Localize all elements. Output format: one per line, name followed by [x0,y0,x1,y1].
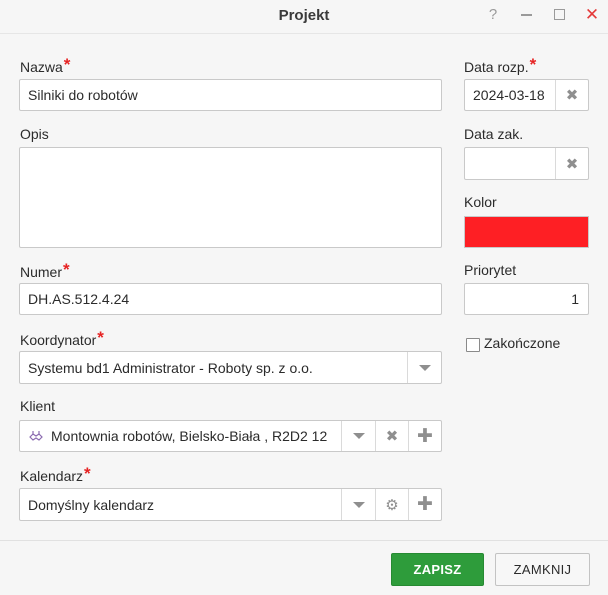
required-mark: * [63,55,71,74]
coordinator-label: Koordynator* [20,328,104,350]
name-label: Nazwa* [20,55,71,77]
client-select-value: Montownia robotów, Bielsko-Biała , R2D2 … [51,428,328,444]
number-label: Numer* [20,260,70,282]
start-date-input[interactable]: 2024-03-18 ✖ [464,79,589,111]
chevron-down-icon [418,364,431,371]
client-add-button[interactable]: ✚ [408,421,441,451]
end-date-label: Data zak. [464,126,524,142]
calendar-add-button[interactable]: ✚ [408,489,441,520]
calendar-label-text: Kalendarz [20,468,84,484]
client-handshake-icon [29,431,43,441]
description-label: Opis [20,126,49,142]
name-input[interactable]: Silniki do robotów [19,79,442,111]
clear-icon: ✖ [565,155,579,173]
calendar-dropdown-button[interactable] [341,489,375,520]
plus-icon: ✚ [417,494,433,515]
priority-value: 1 [571,291,579,307]
gear-icon: ⚙ [385,496,399,514]
close-icon[interactable]: ✕ [582,5,602,25]
chevron-down-icon [352,501,365,508]
save-button[interactable]: ZAPISZ [391,553,484,586]
start-date-clear-button[interactable]: ✖ [555,80,588,110]
minimize-icon[interactable] [516,5,536,25]
start-date-label-text: Data rozp. [464,59,529,75]
end-date-clear-button[interactable]: ✖ [555,148,588,179]
color-label: Kolor [464,194,497,210]
chevron-down-icon [352,433,365,439]
title-divider [0,33,608,34]
name-label-text: Nazwa [20,59,63,75]
required-mark: * [63,260,70,279]
plus-icon: ✚ [417,425,433,447]
calendar-settings-button[interactable]: ⚙ [375,489,408,520]
required-mark: * [97,328,104,347]
coordinator-label-text: Koordynator [20,332,97,348]
number-input-value: DH.AS.512.4.24 [28,291,130,307]
title-bar[interactable]: Projekt ? ✕ [0,0,608,32]
color-picker[interactable] [464,216,589,248]
number-label-text: Numer [20,264,63,280]
project-dialog: Projekt ? ✕ Nazwa* Silniki do robotów Op… [0,0,608,595]
required-mark: * [529,55,537,74]
client-label: Klient [20,398,56,414]
number-input[interactable]: DH.AS.512.4.24 [19,283,442,315]
start-date-value: 2024-03-18 [473,87,545,103]
calendar-select[interactable]: Domyślny kalendarz ⚙ ✚ [19,488,442,521]
client-select[interactable]: Montownia robotów, Bielsko-Biała , R2D2 … [19,420,442,452]
clear-icon: ✖ [565,87,579,104]
calendar-select-value: Domyślny kalendarz [28,496,155,513]
finished-checkbox[interactable] [466,338,480,352]
close-button[interactable]: ZAMKNIJ [495,553,590,586]
finished-label: Zakończone [484,335,561,351]
coordinator-dropdown-button[interactable] [407,352,441,383]
name-input-value: Silniki do robotów [28,87,138,103]
priority-input[interactable]: 1 [464,283,589,315]
footer-divider [0,540,608,541]
description-textarea[interactable] [19,147,442,248]
priority-label: Priorytet [464,262,517,278]
coordinator-select[interactable]: Systemu bd1 Administrator - Roboty sp. z… [19,351,442,384]
client-dropdown-button[interactable] [341,421,375,451]
calendar-label: Kalendarz* [20,464,91,486]
clear-icon: ✖ [385,428,399,445]
client-clear-button[interactable]: ✖ [375,421,408,451]
start-date-label: Data rozp.* [464,55,537,77]
help-icon[interactable]: ? [483,5,503,25]
required-mark: * [84,464,91,483]
end-date-input[interactable]: ✖ [464,147,589,180]
coordinator-select-value: Systemu bd1 Administrator - Roboty sp. z… [28,359,313,376]
maximize-icon[interactable] [549,5,569,25]
